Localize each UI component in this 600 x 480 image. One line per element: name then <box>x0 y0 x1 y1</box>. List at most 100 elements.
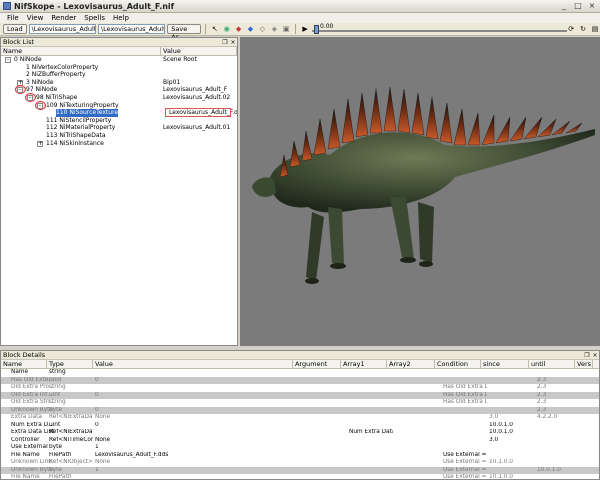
minimize-button[interactable]: _ <box>559 1 569 11</box>
table-cell: Has Old Extra Data <box>443 399 487 405</box>
table-row[interactable]: Old Extra Pro...stringHas Old Extra Data… <box>1 384 599 392</box>
save-path-input[interactable]: \Lexovisaurus_Adult_F.nif <box>97 24 166 34</box>
tree-row-name: 0 NiNode <box>14 56 42 63</box>
table-row[interactable]: Unknown Link Ref<NiObject> None Use Externa… <box>1 459 599 467</box>
table-cell: 2.3 <box>537 406 547 413</box>
table-row[interactable]: Unknown Bytebyte1Use External == 010.0.1… <box>1 466 599 474</box>
collapse-icon[interactable]: - <box>37 102 43 109</box>
column-value[interactable]: Value <box>161 47 237 55</box>
tree-row-name: 3 NiNode <box>26 78 54 86</box>
tree-row[interactable]: 111 NiStencilProperty <box>1 117 237 125</box>
app-icon <box>3 2 11 10</box>
block-list-header: Block List ❐ × <box>1 38 237 47</box>
render-viewport[interactable] <box>240 37 600 346</box>
menu-spells[interactable]: Spells <box>80 14 109 22</box>
wireframe-icon[interactable]: ◇ <box>257 25 267 34</box>
table-cell: Ref<NiObject> <box>49 459 93 465</box>
table-row[interactable]: Has Old Exte... bool 0 2.3 <box>1 376 599 384</box>
column-value[interactable]: Value <box>93 360 293 368</box>
tree-row[interactable]: -97 NiNode Lexovisaurus_Adult_F <box>1 85 237 95</box>
menu-file[interactable]: File <box>3 14 23 22</box>
column-type[interactable]: Type <box>47 360 93 368</box>
table-row[interactable]: Unknown Byte byte 0 2.3 <box>1 406 599 414</box>
collapse-icon[interactable]: - <box>5 57 11 63</box>
table-cell: 2.3 <box>537 399 547 405</box>
table-row[interactable]: File NameFilePathUse External == 010.1.0… <box>1 474 599 479</box>
column-name[interactable]: Name <box>1 360 47 368</box>
column-argument[interactable]: Argument <box>293 360 341 368</box>
close-button[interactable]: × <box>587 1 597 11</box>
expand-icon[interactable]: + <box>37 140 43 147</box>
play-icon[interactable]: ▶ <box>300 25 310 34</box>
hidden-icon[interactable]: ▣ <box>281 25 291 34</box>
table-cell: 3.0 <box>489 414 499 420</box>
save-as-button[interactable]: Save As <box>167 24 201 41</box>
table-cell: None <box>95 459 111 465</box>
table-cell: 2.3 <box>537 384 547 390</box>
table-row[interactable]: Old Extra Stri...stringHas Old Extra Dat… <box>1 399 599 407</box>
tree-row[interactable]: 113 NiTriShapeData <box>1 132 237 140</box>
block-list-columns: Name Value <box>1 47 237 56</box>
column-condition[interactable]: Condition <box>435 360 481 368</box>
close-panel-icon[interactable]: × <box>591 352 599 359</box>
table-row[interactable]: ControllerRef<NiTimeContr...None3.0 <box>1 437 599 445</box>
load-path-input[interactable]: \Lexovisaurus_Adult_F.nif <box>28 24 96 34</box>
column-name[interactable]: Name <box>1 47 161 55</box>
block-list-panel: Block List ❐ × Name Value -0 NiNode Scene… <box>0 37 238 346</box>
vertex-color-icon[interactable]: ◆ <box>246 25 256 34</box>
table-row[interactable]: Extra DataRef<NiExtraData>None3.04.2.2.0 <box>1 414 599 422</box>
column-since[interactable]: since <box>481 360 529 368</box>
tree-row[interactable]: 112 NiMaterialProperty Lexovisaurus_Adult… <box>1 124 237 132</box>
close-panel-icon[interactable]: × <box>229 39 237 46</box>
block-details-header: Block Details ❐ × <box>1 351 599 360</box>
tree-row[interactable]: -0 NiNode Scene Root <box>1 56 237 64</box>
texture-icon[interactable]: ◆ <box>234 25 244 34</box>
table-row[interactable]: Extra Data ListRef<NiExtraData>Num Extra… <box>1 429 599 437</box>
block-details-panel: Block Details ❐ × Name Type Value Argument A… <box>0 350 600 480</box>
table-row[interactable]: Use External byte 1 <box>1 444 599 452</box>
view-select-icon[interactable]: ▤ <box>590 25 600 34</box>
tree-row[interactable]: -98 NiTriShape Lexovisaurus_Adult.02 <box>1 92 237 102</box>
lighting-icon[interactable]: ◉ <box>222 25 232 34</box>
animation-timeline[interactable]: 0.00 <box>311 23 567 34</box>
tree-row[interactable]: +3 NiNode Bip01 <box>1 79 237 87</box>
table-row[interactable]: Old Extra Int...uint0Has Old Extra Data2… <box>1 391 599 399</box>
table-row[interactable]: File Name FilePath Lexovisaurus_Adult_F.dd… <box>1 452 599 460</box>
collapse-icon[interactable]: - <box>17 87 23 94</box>
tree-row[interactable]: 2 NiZBufferProperty <box>1 71 237 79</box>
refresh-icon[interactable]: ⟳ <box>566 25 576 34</box>
table-row[interactable]: Num Extra D... uint 0 10.0.1.0 <box>1 422 599 430</box>
column-vers[interactable]: Vers <box>575 360 593 368</box>
tree-row[interactable]: +114 NiSkinInstance <box>1 140 237 148</box>
table-cell: string <box>49 384 66 390</box>
shading-icon[interactable]: ◈ <box>269 25 279 34</box>
tree-row[interactable]: 110 NiSourceTexture Lexovisaurus_Adult_F.… <box>1 108 237 118</box>
table-cell: 4.2.2.0 <box>537 414 558 420</box>
menu-help[interactable]: Help <box>109 14 133 22</box>
maximize-button[interactable]: □ <box>573 1 583 11</box>
table-cell: Use External == 1 <box>443 459 487 465</box>
column-array2[interactable]: Array2 <box>387 360 435 368</box>
column-array1[interactable]: Array1 <box>341 360 387 368</box>
tree-row[interactable]: 1 NiVertexColorProperty <box>1 64 237 72</box>
table-cell: 1 <box>95 444 99 450</box>
block-list-title: Block List <box>3 38 35 46</box>
tree-row-value: Bip01 <box>163 78 181 86</box>
cursor-icon[interactable]: ↖ <box>210 25 220 34</box>
collapse-icon[interactable]: - <box>27 94 33 101</box>
column-until[interactable]: until <box>529 360 575 368</box>
timeline-handle[interactable] <box>313 25 319 34</box>
timeline-track <box>311 30 567 32</box>
table-row[interactable]: Name string <box>1 369 599 377</box>
menu-view[interactable]: View <box>23 14 48 22</box>
table-cell: Use External == 0 <box>443 466 487 473</box>
loop-icon[interactable]: ↻ <box>578 25 588 34</box>
float-panel-icon[interactable]: ❐ <box>583 352 591 359</box>
table-cell: 1 <box>95 466 99 473</box>
float-panel-icon[interactable]: ❐ <box>221 39 229 46</box>
tree-row-name: 110 NiSourceTexture <box>56 109 119 117</box>
table-cell: 10.0.1.0 <box>489 429 513 435</box>
load-button[interactable]: Load <box>3 24 27 34</box>
menu-render[interactable]: Render <box>47 14 80 22</box>
tree-row-name: 113 NiTriShapeData <box>46 131 106 139</box>
